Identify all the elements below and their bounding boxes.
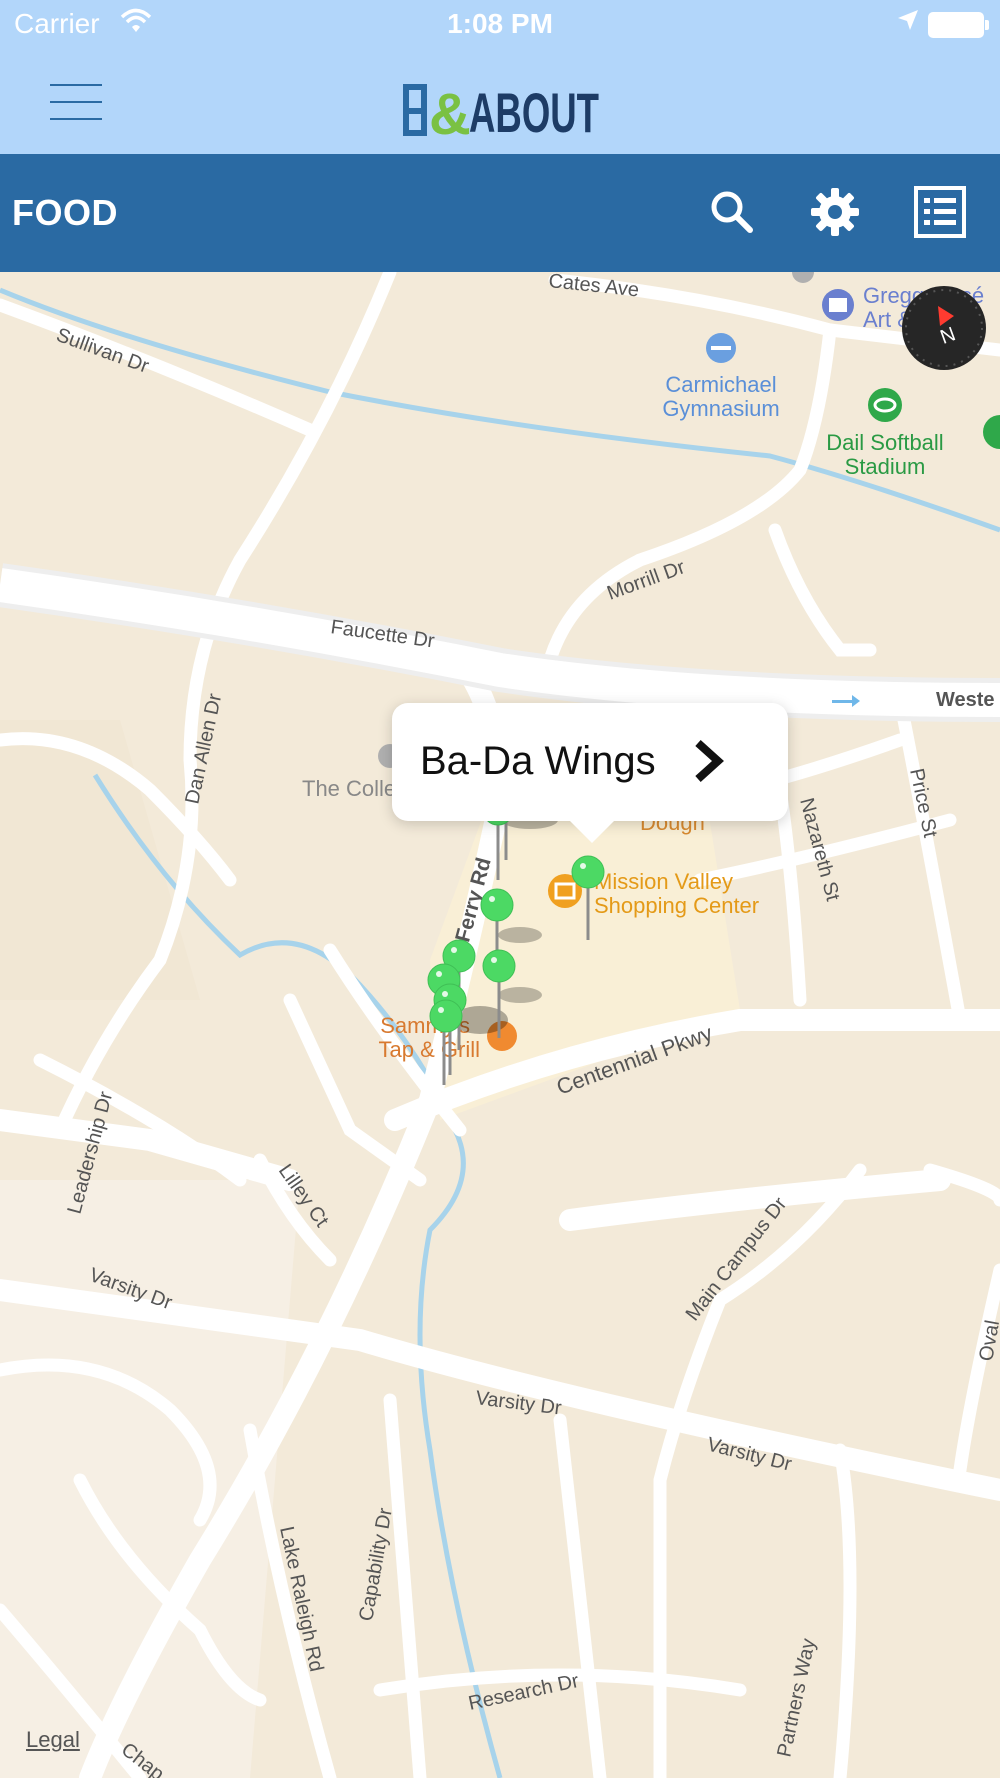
out-and-about-logo: & ABOUT — [403, 81, 599, 140]
svg-text:ABOUT: ABOUT — [469, 81, 599, 140]
status-bar: Carrier 1:08 PM — [0, 0, 1000, 50]
menu-button[interactable] — [48, 80, 104, 124]
section-toolbar: FOOD — [0, 154, 1000, 272]
battery-icon — [928, 12, 989, 38]
compass-letter: N — [937, 323, 958, 349]
location-arrow-icon — [898, 10, 918, 30]
poi-label: Stadium — [845, 454, 926, 479]
section-title: FOOD — [12, 192, 118, 233]
callout-title: Ba-Da Wings — [420, 739, 656, 783]
poi-label: Dail Softball — [826, 430, 943, 455]
app-header: & ABOUT — [0, 50, 1000, 154]
street-label: Weste — [936, 689, 995, 711]
list-icon[interactable] — [912, 184, 968, 240]
poi-label: Gymnasium — [662, 396, 779, 421]
poi-label: Tap & Grill — [379, 1037, 480, 1062]
poi-label: Shopping Center — [594, 893, 759, 918]
chevron-right-icon[interactable] — [692, 737, 724, 785]
map-view[interactable]: Cates Ave Sullivan Dr Morrill Dr Faucett… — [0, 272, 1000, 1778]
status-time: 1:08 PM — [447, 8, 553, 39]
search-icon[interactable] — [704, 184, 760, 240]
poi-label: Carmichael — [665, 372, 776, 397]
pin-callout[interactable]: Ba-Da Wings — [392, 703, 788, 843]
compass-button[interactable]: N — [902, 286, 986, 370]
legal-link[interactable]: Legal — [26, 1727, 80, 1753]
gear-icon[interactable] — [807, 184, 863, 240]
svg-text:&: & — [429, 82, 471, 140]
poi-label: Mission Valley — [594, 869, 733, 894]
compass-icon: N — [905, 289, 983, 367]
map-canvas: Cates Ave Sullivan Dr Morrill Dr Faucett… — [0, 272, 1000, 1778]
